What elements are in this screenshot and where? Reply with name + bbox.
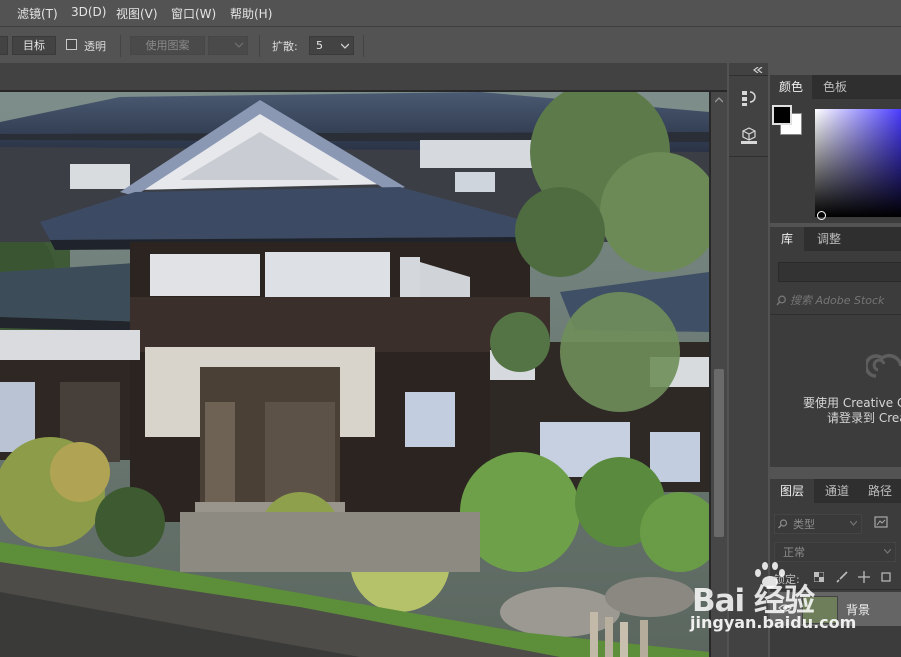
tab-layers[interactable]: 图层 xyxy=(770,479,814,503)
stock-search-input[interactable] xyxy=(790,291,900,309)
document-area xyxy=(0,63,727,657)
menu-view[interactable]: 视图(V) xyxy=(116,5,158,22)
chevron-down-icon xyxy=(235,42,243,48)
blend-mode-select[interactable]: 正常 xyxy=(774,542,896,562)
library-select[interactable] xyxy=(778,262,901,282)
tab-library[interactable]: 库 xyxy=(770,227,804,251)
chevron-down-icon xyxy=(341,43,349,49)
scrollbar-thumb[interactable] xyxy=(714,369,724,537)
transparent-label: 透明 xyxy=(84,40,106,53)
color-panel: 颜色 色板 xyxy=(770,75,901,223)
baidu-paw-logo xyxy=(755,562,785,588)
menu-3d[interactable]: 3D(D) xyxy=(71,5,106,19)
menu-help[interactable]: 帮助(H) xyxy=(230,5,272,22)
library-panel-tabs: 库 调整 xyxy=(770,227,901,251)
document-tab-bar xyxy=(0,63,727,90)
transparent-checkbox[interactable] xyxy=(66,39,77,50)
menu-bar: ) 滤镜(T) 3D(D) 视图(V) 窗口(W) 帮助(H) xyxy=(0,0,901,26)
tab-adjustments[interactable]: 调整 xyxy=(806,227,852,251)
chevron-down-icon xyxy=(884,549,891,554)
color-picker-ring[interactable] xyxy=(817,211,826,220)
strip-divider xyxy=(729,156,768,157)
baidu-watermark: Bai 经验 jingyan.baidu.com xyxy=(690,562,901,657)
diffuse-select[interactable]: 5 xyxy=(309,36,354,55)
image-filter-icon[interactable] xyxy=(874,516,888,528)
library-panel: 库 调整 要使用 Creative Cl 请登录到 Crea xyxy=(770,227,901,467)
color-panel-tabs: 颜色 色板 xyxy=(770,75,901,99)
options-bar: 目标 透明 使用图案 扩散: 5 xyxy=(0,31,901,61)
layers-panel-tabs: 图层 通道 路径 xyxy=(770,479,901,503)
library-divider xyxy=(770,314,901,315)
layer-filter-kind: 类型 xyxy=(793,518,815,531)
use-pattern-button[interactable]: 使用图案 xyxy=(130,36,205,55)
scroll-up-icon[interactable] xyxy=(715,97,723,103)
cc-signin-message-line2: 请登录到 Crea xyxy=(827,411,901,425)
history-icon[interactable] xyxy=(741,89,757,107)
japanese-house-photo xyxy=(0,92,709,657)
options-separator xyxy=(120,35,121,57)
prev-field[interactable] xyxy=(0,36,8,55)
search-icon xyxy=(776,295,786,306)
target-button[interactable]: 目标 xyxy=(12,36,56,55)
foreground-color-swatch[interactable] xyxy=(772,105,792,125)
chevron-down-icon xyxy=(850,521,857,526)
menu-filter[interactable]: 滤镜(T) xyxy=(17,5,58,22)
menu-tail: ) xyxy=(0,5,1,19)
tab-swatches[interactable]: 色板 xyxy=(814,75,856,99)
options-separator xyxy=(259,35,260,57)
menu-window[interactable]: 窗口(W) xyxy=(171,5,216,22)
diffuse-label: 扩散: xyxy=(272,40,298,53)
diffuse-value: 5 xyxy=(316,39,323,52)
layer-filter-select[interactable]: 类型 xyxy=(774,514,862,534)
search-icon xyxy=(778,519,788,529)
blend-mode-value: 正常 xyxy=(783,546,805,559)
options-separator xyxy=(363,35,364,57)
3d-cube-icon[interactable] xyxy=(741,127,757,145)
menu-divider xyxy=(0,26,901,27)
collapse-arrows-icon[interactable] xyxy=(753,67,763,73)
vertical-scrollbar[interactable] xyxy=(711,92,727,657)
tab-channels[interactable]: 通道 xyxy=(816,479,858,503)
strip-divider xyxy=(729,75,768,76)
creative-cloud-icon xyxy=(866,353,901,378)
image-canvas[interactable] xyxy=(0,92,709,657)
tab-paths[interactable]: 路径 xyxy=(860,479,900,503)
watermark-url: jingyan.baidu.com xyxy=(690,613,857,632)
color-field[interactable] xyxy=(815,109,901,217)
pattern-picker[interactable] xyxy=(208,36,248,55)
tab-color[interactable]: 颜色 xyxy=(770,75,812,99)
